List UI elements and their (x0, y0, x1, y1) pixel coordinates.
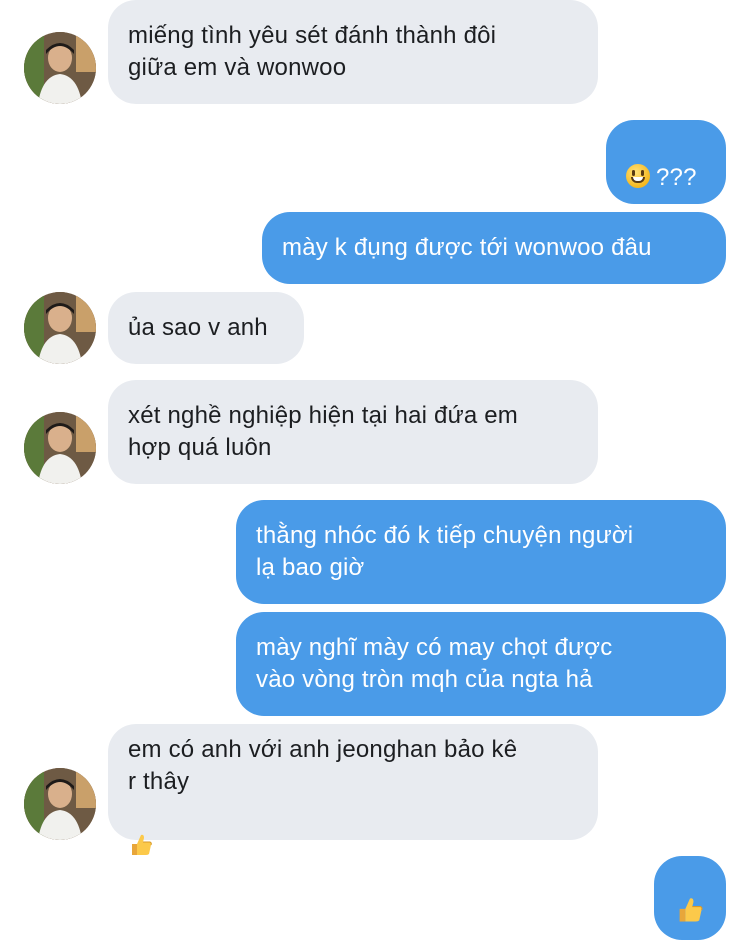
thumbs-up-emoji (675, 863, 705, 934)
chat-thread: miếng tình yêu sét đánh thành đôi giữa e… (0, 0, 750, 942)
outgoing-message-bubble[interactable] (654, 856, 726, 940)
grinning-face-emoji (626, 164, 650, 188)
message-text: mày k đụng được tới wonwoo đâu (282, 234, 652, 261)
incoming-message-bubble[interactable]: ủa sao v anh (108, 292, 304, 364)
avatar[interactable] (24, 32, 96, 104)
message-text: em có anh với anh jeonghan bảo kê r thây (128, 736, 518, 795)
incoming-message-bubble[interactable]: miếng tình yêu sét đánh thành đôi giữa e… (108, 0, 598, 104)
incoming-message-bubble[interactable]: xét nghề nghiệp hiện tại hai đứa em hợp … (108, 380, 598, 484)
avatar[interactable] (24, 292, 96, 364)
outgoing-message-bubble[interactable]: ??? (606, 120, 726, 204)
message-text: ??? (656, 164, 697, 191)
outgoing-message-bubble[interactable]: mày k đụng được tới wonwoo đâu (262, 212, 726, 284)
avatar-photo (24, 768, 96, 840)
avatar[interactable] (24, 412, 96, 484)
message-text: mày nghĩ mày có may chọt được vào vòng t… (256, 634, 613, 693)
message-text: ủa sao v anh (128, 314, 268, 341)
message-text: xét nghề nghiệp hiện tại hai đứa em hợp … (128, 402, 519, 461)
avatar-photo (24, 412, 96, 484)
message-text: thằng nhóc đó k tiếp chuyện người lạ bao… (256, 522, 634, 581)
incoming-message-bubble[interactable]: em có anh với anh jeonghan bảo kê r thây (108, 724, 598, 855)
avatar-photo (24, 292, 96, 364)
avatar[interactable] (24, 768, 96, 840)
avatar-photo (24, 32, 96, 104)
message-text: miếng tình yêu sét đánh thành đôi giữa e… (128, 22, 497, 81)
outgoing-message-bubble[interactable]: mày nghĩ mày có may chọt được vào vòng t… (236, 612, 726, 716)
outgoing-message-bubble[interactable]: thằng nhóc đó k tiếp chuyện người lạ bao… (236, 500, 726, 604)
thumbs-up-emoji (128, 798, 154, 862)
